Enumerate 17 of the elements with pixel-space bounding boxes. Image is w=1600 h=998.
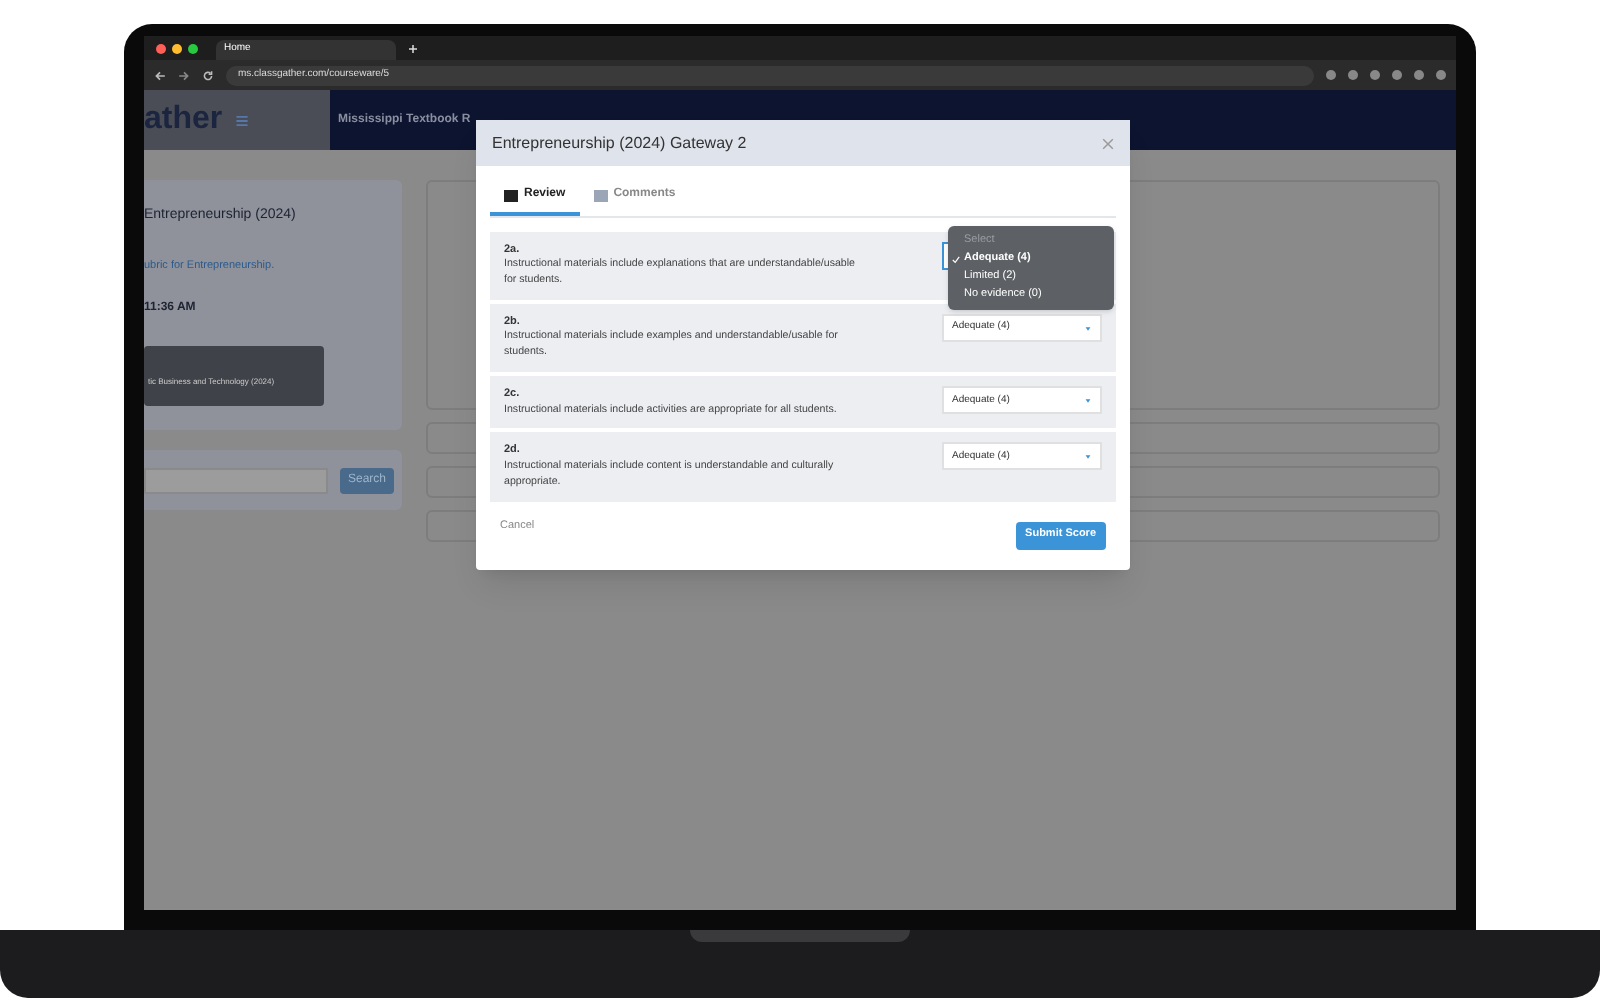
caret-icon [1084, 453, 1092, 460]
toolbar-icon[interactable] [1436, 70, 1446, 80]
caret-icon [1084, 397, 1092, 404]
toolbar-icon[interactable] [1392, 70, 1402, 80]
back-icon[interactable] [154, 69, 166, 81]
reload-icon[interactable] [202, 69, 214, 81]
new-tab-icon[interactable] [408, 43, 418, 53]
search-field[interactable] [144, 467, 328, 493]
modal-title: Entrepreneurship (2024) Gateway 2 [492, 131, 747, 155]
toolbar-icon[interactable] [1370, 70, 1380, 80]
forward-icon[interactable] [178, 69, 190, 81]
check-icon [952, 255, 960, 263]
toolbar-icon[interactable] [1348, 70, 1358, 80]
caret-icon [1084, 325, 1092, 332]
toolbar-icon[interactable] [1414, 70, 1424, 80]
toolbar-icon[interactable] [1326, 70, 1336, 80]
close-icon[interactable] [1102, 137, 1114, 149]
